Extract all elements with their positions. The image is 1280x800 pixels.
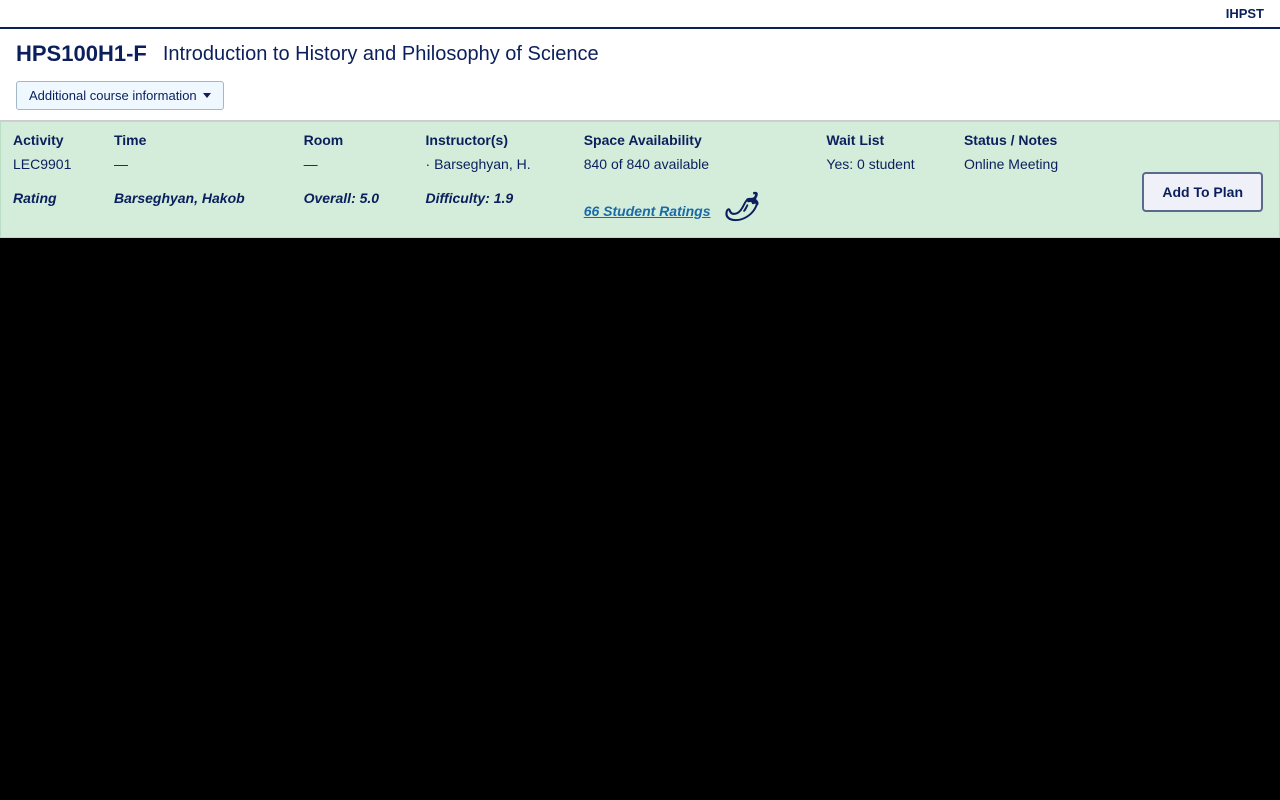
cell-instructor: · Barseghyan, H.	[414, 152, 572, 182]
chevron-down-icon	[203, 93, 211, 98]
top-bar-title: IHPST	[1226, 6, 1264, 21]
cell-space: 840 of 840 available	[572, 152, 815, 182]
add-to-plan-button[interactable]: Add To Plan	[1142, 172, 1263, 212]
rating-difficulty-cell: Difficulty: 1.9	[414, 182, 572, 237]
rating-overall: Overall: 5.0	[304, 190, 380, 206]
table-row: LEC9901 — — · Barseghyan, H. 840 of 840 …	[1, 152, 1279, 182]
course-header: HPS100H1-F Introduction to History and P…	[0, 29, 1280, 73]
rating-label: Rating	[13, 190, 57, 206]
col-header-time: Time	[102, 122, 292, 152]
rating-label-cell: Rating	[1, 182, 102, 237]
rating-overall-cell: Overall: 5.0	[292, 182, 414, 237]
cell-room: —	[292, 152, 414, 182]
table-header-row: Activity Time Room Instructor(s) Space A…	[1, 122, 1279, 152]
course-table: Activity Time Room Instructor(s) Space A…	[1, 122, 1279, 237]
rating-row: Rating Barseghyan, Hakob Overall: 5.0 Di…	[1, 182, 1279, 237]
cell-status: Online Meeting	[952, 152, 1097, 182]
rating-empty-1	[814, 182, 952, 237]
col-header-activity: Activity	[1, 122, 102, 152]
additional-info-button[interactable]: Additional course information	[16, 81, 224, 110]
cell-activity: LEC9901	[1, 152, 102, 182]
rating-link-cell: 66 Student Ratings 🌶	[572, 182, 815, 237]
col-header-instructors: Instructor(s)	[414, 122, 572, 152]
rating-difficulty: Difficulty: 1.9	[426, 190, 514, 206]
student-ratings-link[interactable]: 66 Student Ratings	[584, 203, 711, 219]
col-header-space: Space Availability	[572, 122, 815, 152]
col-header-room: Room	[292, 122, 414, 152]
rating-instructor-cell: Barseghyan, Hakob	[102, 182, 292, 237]
cell-time: —	[102, 152, 292, 182]
course-code: HPS100H1-F	[16, 41, 147, 67]
col-header-waitlist: Wait List	[814, 122, 952, 152]
cell-waitlist: Yes: 0 student	[814, 152, 952, 182]
additional-info-label: Additional course information	[29, 88, 197, 103]
rating-empty-2	[952, 182, 1097, 237]
additional-info-row: Additional course information	[0, 73, 1280, 121]
add-to-plan-cell: Add To Plan	[1097, 152, 1279, 237]
course-name: Introduction to History and Philosophy o…	[163, 43, 599, 66]
top-bar: IHPST	[0, 0, 1280, 29]
col-header-status: Status / Notes	[952, 122, 1097, 152]
col-header-action	[1097, 122, 1279, 152]
rating-instructor: Barseghyan, Hakob	[114, 190, 245, 206]
chili-pepper-icon: 🌶	[722, 190, 758, 223]
course-table-wrapper: Activity Time Room Instructor(s) Space A…	[0, 121, 1280, 238]
